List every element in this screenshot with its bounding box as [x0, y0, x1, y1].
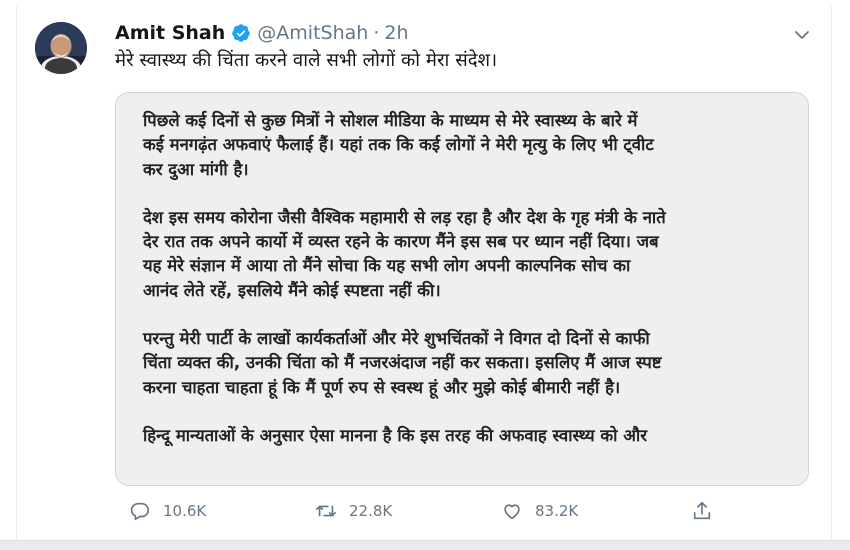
verified-badge-icon [232, 24, 251, 42]
avatar-image [35, 22, 87, 74]
retweet-icon [316, 505, 336, 517]
letter-line: परन्तु मेरी पार्टी के लाखों कार्यकर्ताओं… [143, 329, 650, 349]
letter-line: आनंद लेते रहें, इसलिये मैंने कोई स्पष्टत… [143, 280, 441, 300]
letter-line: देर रात तक अपने कार्यो में व्यस्त रहने क… [143, 232, 659, 252]
retweet-button[interactable]: 22.8K [315, 500, 392, 522]
letter-paragraph: परन्तु मेरी पार्टी के लाखों कार्यकर्ताओं… [143, 327, 784, 400]
letter-paragraph: पिछले कई दिनों से कुछ मित्रों ने सोशल मी… [143, 109, 784, 182]
author-name[interactable]: Amit Shah [115, 22, 225, 44]
share-button[interactable] [691, 500, 725, 522]
reply-button[interactable]: 10.6K [129, 500, 206, 522]
reply-icon [130, 502, 150, 521]
author-handle[interactable]: @AmitShah [257, 22, 368, 44]
heart-icon [504, 504, 520, 520]
retweet-count: 22.8K [349, 502, 393, 520]
avatar[interactable] [35, 22, 87, 74]
share-icon [693, 501, 711, 520]
letter-line: कई मनगढ़ंत अफवाएं फैलाई हैं। यहां तक कि … [143, 135, 654, 155]
tweet-timestamp[interactable]: 2h [384, 22, 408, 44]
more-options-button[interactable] [789, 22, 815, 48]
timeline-divider [0, 540, 850, 550]
letter-paragraph: हिन्दू मान्यताओं के अनुसार ऐसा मानना है … [143, 424, 784, 448]
letter-line: हिन्दू मान्यताओं के अनुसार ऐसा मानना है … [143, 425, 647, 445]
letter-line: चिंता व्यक्त की, उनकी चिंता को मैं नजरअं… [143, 353, 662, 373]
letter-line: यह मेरे संज्ञान में आया तो मैंने सोचा कि… [143, 256, 631, 276]
letter-line: देश इस समय कोरोना जैसी वैश्विक महामारी स… [143, 207, 666, 227]
letter-paragraph: देश इस समय कोरोना जैसी वैश्विक महामारी स… [143, 206, 784, 303]
letter-line: करना चाहता चाहता हूं कि मैं पूर्ण रुप से… [143, 377, 621, 397]
like-button[interactable]: 83.2K [501, 500, 578, 522]
tweet-actions: 10.6K 22.8K 83.2K [115, 496, 795, 526]
tweet-text: मेरे स्वास्थ्य की चिंता करने वाले सभी लो… [115, 50, 498, 71]
letter-text: पिछले कई दिनों से कुछ मित्रों ने सोशल मी… [116, 93, 808, 485]
like-count: 83.2K [535, 502, 579, 520]
tweet-card[interactable]: Amit Shah @AmitShah · 2h मेरे स्वास्थ्य … [16, 6, 832, 542]
letter-line: पिछले कई दिनों से कुछ मित्रों ने सोशल मी… [143, 111, 638, 130]
tweet-header: Amit Shah @AmitShah · 2h [115, 20, 409, 46]
chevron-down-icon [795, 31, 809, 39]
letter-line: कर दुआ मांगी है। [143, 159, 249, 179]
reply-count: 10.6K [163, 502, 207, 520]
tweet-media-image[interactable]: पिछले कई दिनों से कुछ मित्रों ने सोशल मी… [115, 92, 809, 486]
separator-dot: · [373, 22, 380, 44]
